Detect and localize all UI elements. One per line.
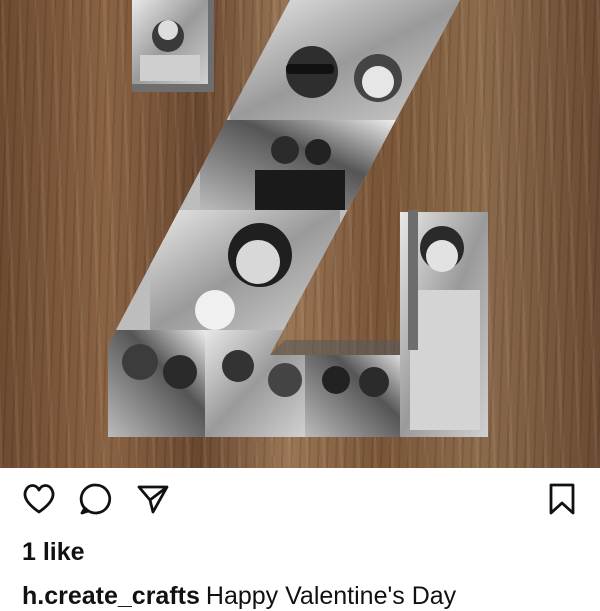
letter-z-collage xyxy=(108,0,488,437)
heart-icon xyxy=(23,484,55,514)
comment-button[interactable] xyxy=(77,480,115,518)
like-button[interactable] xyxy=(20,480,58,518)
caption-username[interactable]: h.create_crafts xyxy=(22,582,200,610)
save-button[interactable] xyxy=(543,480,581,518)
z-bottom-right-block xyxy=(400,210,488,437)
likes-count[interactable]: 1 like xyxy=(22,538,85,567)
send-icon xyxy=(137,485,169,514)
bookmark-icon xyxy=(549,483,575,515)
z-top-left-block xyxy=(132,0,214,92)
share-button[interactable] xyxy=(134,480,172,518)
post-action-bar xyxy=(0,478,600,526)
post-image[interactable] xyxy=(0,0,600,468)
caption-text: Happy Valentine's Day xyxy=(205,582,457,610)
post-caption: h.create_crafts Happy Valentine's Day xyxy=(22,582,456,611)
comment-icon xyxy=(79,483,112,515)
